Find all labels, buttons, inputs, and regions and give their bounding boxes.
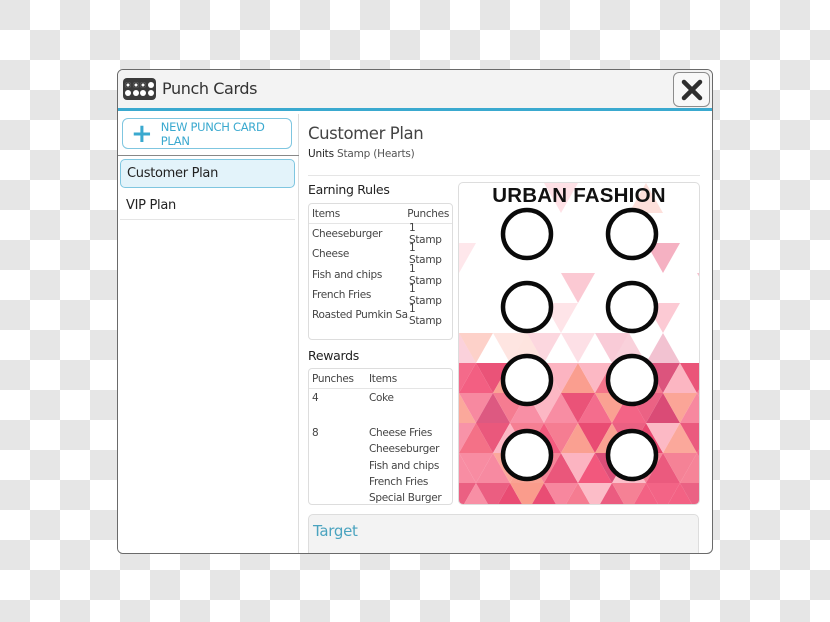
sidebar-item-vip-plan[interactable]: VIP Plan: [120, 191, 295, 220]
item-name: Roasted Pumkin Sa...: [312, 309, 409, 322]
reward-item: Cheeseburger: [369, 443, 440, 456]
sidebar-item-customer-plan[interactable]: Customer Plan: [120, 159, 295, 188]
new-plan-label: NEW PUNCH CARD PLAN: [160, 119, 265, 148]
card-pattern: [459, 183, 699, 504]
punch-card-preview: URBAN FASHION: [458, 182, 700, 505]
column-header: Punches: [312, 373, 354, 385]
table-header: Items Punches: [309, 204, 452, 224]
pattern-triangle: [697, 273, 699, 277]
stamp-slot: [605, 280, 659, 334]
column-header: Items: [312, 208, 340, 220]
rewards-table: Punches Items 4 Coke 8 Cheese Fries Cheese…: [308, 368, 453, 505]
units-label: Units: [308, 148, 334, 160]
table-row[interactable]: French Fries 1 Stamp: [309, 283, 452, 307]
stamp-slot: [605, 353, 659, 407]
plans-sidebar: + NEW PUNCH CARD PLAN Customer Plan VIP …: [118, 114, 299, 553]
window-title: Punch Cards: [162, 79, 258, 98]
earning-rules-title: Earning Rules: [308, 182, 390, 197]
stamp-slot: [500, 207, 554, 261]
plus-icon: +: [131, 118, 153, 149]
pattern-triangle: [561, 333, 595, 363]
units-value: Stamp (Hearts): [337, 148, 415, 160]
column-header: Punches: [407, 208, 449, 220]
target-label: Target: [313, 522, 358, 540]
stamp-slot: [500, 280, 554, 334]
table-row[interactable]: Cheeseburger 1 Stamp: [309, 222, 452, 246]
punch-cards-window: Punch Cards + NEW PUNCH CARD PLAN Custom…: [117, 69, 713, 554]
table-row[interactable]: Cheese 1 Stamp: [309, 242, 452, 266]
plan-title: Customer Plan: [308, 124, 424, 143]
item-name: Cheese: [312, 248, 350, 261]
plan-label: VIP Plan: [126, 197, 176, 213]
item-name: French Fries: [312, 289, 372, 302]
units-row: Units Stamp (Hearts): [308, 148, 415, 160]
close-button[interactable]: [673, 72, 710, 107]
reward-item: Coke: [369, 392, 394, 404]
stamp-slot: [605, 428, 659, 482]
title-bar: Punch Cards: [118, 70, 712, 111]
table-row[interactable]: Roasted Pumkin Sa... 1 Stamp: [309, 303, 452, 328]
table-row[interactable]: Fish and chips 1 Stamp: [309, 263, 452, 287]
table-header: Punches Items: [309, 369, 452, 389]
item-name: Fish and chips: [312, 268, 383, 281]
punch-count: 8: [312, 427, 319, 440]
sidebar-divider: [118, 155, 299, 156]
divider: [308, 175, 700, 176]
new-punch-card-plan-button[interactable]: + NEW PUNCH CARD PLAN: [122, 118, 292, 149]
table-row[interactable]: 8 Cheese Fries Cheeseburger Fish and chips…: [309, 424, 452, 508]
pattern-triangle: [646, 333, 680, 363]
punch-card-icon: [123, 78, 156, 100]
pattern-triangle: [561, 273, 595, 303]
stamp-slot: [500, 353, 554, 407]
plan-label: Customer Plan: [127, 166, 219, 181]
earning-rules-table: Items Punches Cheeseburger 1 Stamp Cheese…: [308, 203, 453, 340]
column-header: Items: [369, 373, 397, 385]
target-section[interactable]: Target: [308, 514, 699, 553]
pattern-triangle: [459, 243, 476, 273]
reward-item: Cheese Fries: [369, 427, 433, 440]
reward-item: Special Burger: [369, 491, 442, 504]
stamp-slot: [500, 428, 554, 482]
rewards-title: Rewards: [308, 348, 359, 363]
stamp-slot: [605, 207, 659, 261]
close-icon: [681, 79, 702, 100]
punch-count: 4: [312, 392, 319, 404]
card-brand: URBAN FASHION: [492, 184, 666, 207]
plan-details: Customer Plan Units Stamp (Hearts) Earni…: [300, 114, 712, 553]
punch-value: 1 Stamp: [409, 303, 442, 328]
reward-item: Fish and chips: [369, 459, 440, 472]
item-name: Cheeseburger: [312, 228, 383, 241]
table-row[interactable]: 4 Coke: [309, 389, 452, 408]
reward-item: French Fries: [369, 475, 429, 488]
